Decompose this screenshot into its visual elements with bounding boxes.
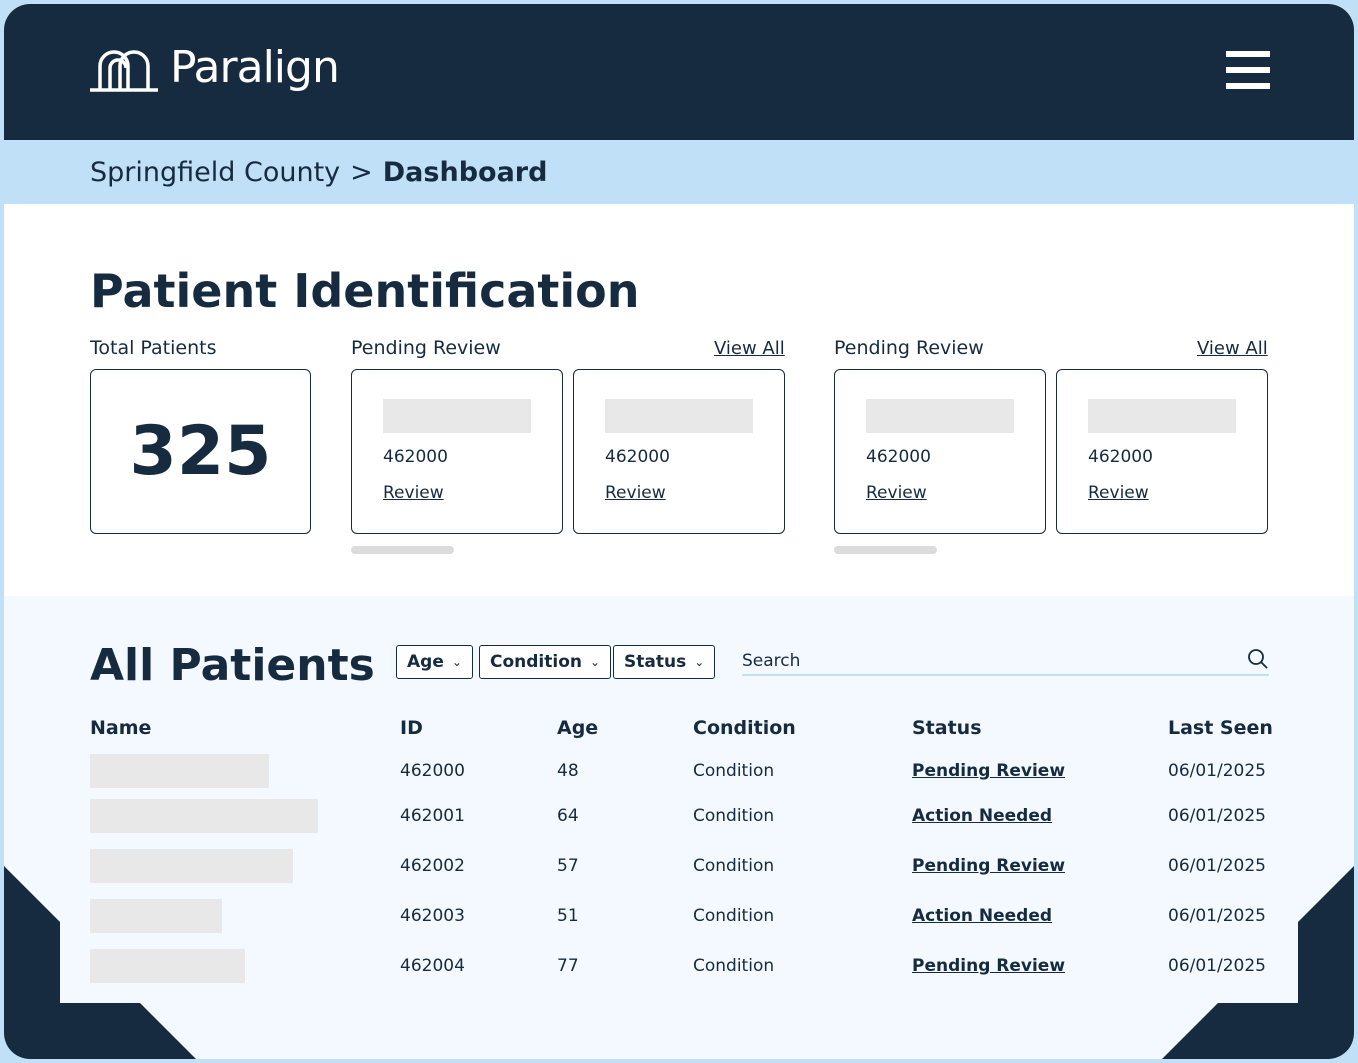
chevron-down-icon: ⌄ xyxy=(590,655,601,669)
breadcrumb: Springfield County > Dashboard xyxy=(4,140,1354,204)
chevron-down-icon: ⌄ xyxy=(451,655,462,669)
total-patients-value: 325 xyxy=(129,412,272,491)
status-link[interactable]: Action Needed xyxy=(912,906,1052,926)
review-link[interactable]: Review xyxy=(1088,483,1149,503)
age-filter-dropdown[interactable]: Age ⌄ xyxy=(396,645,473,679)
pending-review-card[interactable]: 462000 Review xyxy=(1056,369,1268,534)
hamburger-menu-icon[interactable] xyxy=(1226,51,1270,89)
condition-filter-dropdown[interactable]: Condition ⌄ xyxy=(479,645,612,679)
table-cell-last-seen: 06/01/2025 xyxy=(1168,806,1266,826)
review-link[interactable]: Review xyxy=(866,483,927,503)
all-patients-title: All Patients xyxy=(90,640,375,691)
table-cell-last-seen: 06/01/2025 xyxy=(1168,956,1266,976)
patient-name-placeholder xyxy=(90,949,245,983)
breadcrumb-current-page: Dashboard xyxy=(382,156,548,188)
search-bar xyxy=(742,648,1269,676)
search-input[interactable] xyxy=(742,648,1232,674)
patient-id: 462000 xyxy=(1088,447,1153,467)
status-link[interactable]: Pending Review xyxy=(912,856,1065,876)
table-cell-id: 462002 xyxy=(400,856,465,876)
carousel-scroll-indicator[interactable] xyxy=(834,546,937,554)
table-cell-condition: Condition xyxy=(693,956,775,976)
view-all-link[interactable]: View All xyxy=(1197,338,1268,359)
table-cell-last-seen: 06/01/2025 xyxy=(1168,761,1266,781)
pending-review-card[interactable]: 462000 Review xyxy=(351,369,563,534)
patient-name-placeholder xyxy=(90,849,293,883)
app-frame: Paralign Springfield County > Dashboard … xyxy=(4,4,1354,1059)
patient-name-placeholder xyxy=(866,399,1014,433)
table-cell-condition: Condition xyxy=(693,761,775,781)
pending-review-group-label: Pending Review xyxy=(834,337,984,359)
patient-name-placeholder xyxy=(90,754,269,788)
arch-logo-icon xyxy=(90,50,158,92)
table-cell-last-seen: 06/01/2025 xyxy=(1168,856,1266,876)
review-link[interactable]: Review xyxy=(605,483,666,503)
status-link[interactable]: Pending Review xyxy=(912,956,1065,976)
status-link[interactable]: Pending Review xyxy=(912,761,1065,781)
total-patients-label: Total Patients xyxy=(90,337,217,359)
pending-review-group-label: Pending Review xyxy=(351,337,501,359)
brand-name: Paralign xyxy=(170,42,340,93)
total-patients-card: 325 xyxy=(90,369,311,534)
pending-review-card[interactable]: 462000 Review xyxy=(834,369,1046,534)
filter-label: Age xyxy=(407,652,444,672)
patient-name-placeholder xyxy=(1088,399,1236,433)
table-cell-age: 57 xyxy=(557,856,579,876)
view-all-link[interactable]: View All xyxy=(714,338,785,359)
patient-name-placeholder xyxy=(90,799,318,833)
table-cell-condition: Condition xyxy=(693,856,775,876)
review-link[interactable]: Review xyxy=(383,483,444,503)
search-icon[interactable] xyxy=(1247,648,1269,670)
patient-identification-section: Patient Identification Total Patients 32… xyxy=(4,204,1354,596)
patient-id: 462000 xyxy=(866,447,931,467)
chevron-down-icon: ⌄ xyxy=(694,655,705,669)
table-cell-id: 462003 xyxy=(400,906,465,926)
column-header-id[interactable]: ID xyxy=(400,717,423,739)
page-title: Patient Identification xyxy=(90,264,640,318)
breadcrumb-separator: > xyxy=(350,156,373,188)
top-navigation-bar: Paralign xyxy=(4,4,1354,140)
patient-name-placeholder xyxy=(90,899,222,933)
column-header-condition[interactable]: Condition xyxy=(693,717,796,739)
column-header-age[interactable]: Age xyxy=(557,717,598,739)
all-patients-section: All Patients Age ⌄ Condition ⌄ Status ⌄ … xyxy=(4,596,1354,1059)
table-cell-age: 51 xyxy=(557,906,579,926)
filter-label: Status xyxy=(624,652,687,672)
status-filter-dropdown[interactable]: Status ⌄ xyxy=(613,645,716,679)
pending-review-card[interactable]: 462000 Review xyxy=(573,369,785,534)
patient-id: 462000 xyxy=(383,447,448,467)
filter-label: Condition xyxy=(490,652,582,672)
patient-id: 462000 xyxy=(605,447,670,467)
patient-name-placeholder xyxy=(605,399,753,433)
table-cell-id: 462001 xyxy=(400,806,465,826)
table-cell-condition: Condition xyxy=(693,806,775,826)
patient-name-placeholder xyxy=(383,399,531,433)
breadcrumb-county[interactable]: Springfield County xyxy=(90,157,340,188)
table-cell-id: 462000 xyxy=(400,761,465,781)
table-cell-age: 77 xyxy=(557,956,579,976)
column-header-last-seen[interactable]: Last Seen xyxy=(1168,717,1273,739)
table-cell-condition: Condition xyxy=(693,906,775,926)
table-cell-id: 462004 xyxy=(400,956,465,976)
status-link[interactable]: Action Needed xyxy=(912,806,1052,826)
table-cell-last-seen: 06/01/2025 xyxy=(1168,906,1266,926)
table-cell-age: 48 xyxy=(557,761,579,781)
brand-logo[interactable]: Paralign xyxy=(90,42,340,93)
table-cell-age: 64 xyxy=(557,806,579,826)
column-header-name[interactable]: Name xyxy=(90,717,151,739)
column-header-status[interactable]: Status xyxy=(912,717,982,739)
carousel-scroll-indicator[interactable] xyxy=(351,546,454,554)
